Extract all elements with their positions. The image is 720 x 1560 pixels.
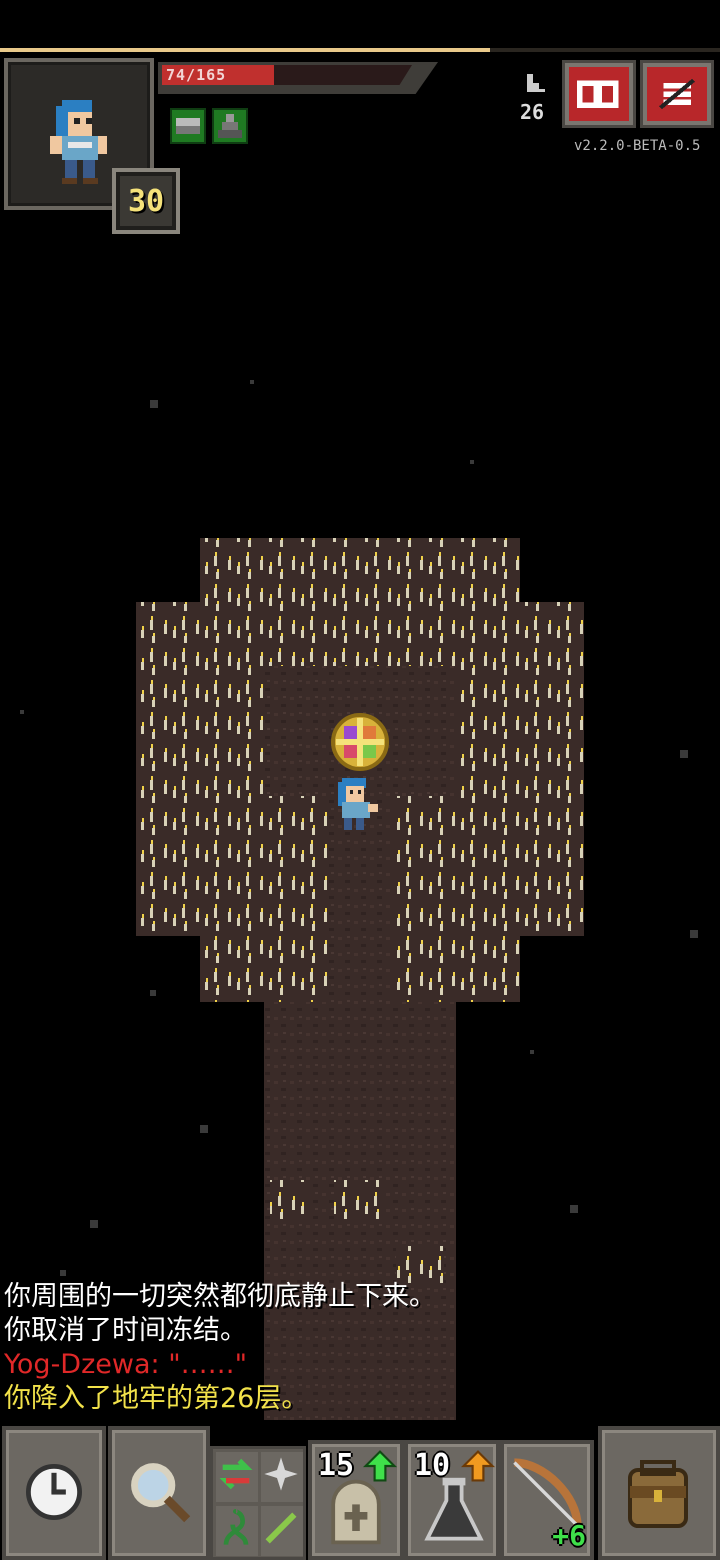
wand-icon[interactable] — [261, 1506, 303, 1556]
magnifier-icon — [131, 1463, 191, 1523]
log-line: 你周围的一切突然都彻底静止下来。 — [4, 1281, 436, 1312]
buff-icon[interactable] — [170, 108, 206, 144]
hp-text: 74/165 — [166, 66, 227, 84]
vine-icon[interactable] — [216, 1506, 258, 1556]
up-arrow-icon — [460, 1450, 496, 1482]
menu-icon — [659, 78, 695, 110]
quickslot-bow[interactable]: +6 — [500, 1440, 594, 1560]
up-arrow-icon — [362, 1450, 398, 1482]
backpack-button[interactable] — [598, 1426, 720, 1560]
message-log: 你周围的一切突然都彻底静止下来。 你取消了时间冻结。 Yog-Dzewa: "…… — [4, 1280, 720, 1416]
swap-icon[interactable] — [216, 1452, 258, 1502]
log-line: 你取消了时间冻结。 — [4, 1315, 247, 1346]
log-line: 你降入了地牢的第26层。 — [4, 1383, 309, 1414]
stairs-depth-icon — [527, 74, 545, 92]
clock-icon — [26, 1464, 82, 1520]
candle-floor — [270, 1180, 310, 1220]
enchant-level: +6 — [552, 1519, 586, 1552]
level-badge: 30 — [112, 168, 180, 234]
quick-action-grid — [210, 1446, 306, 1560]
dungeon-map[interactable] — [0, 230, 720, 1420]
hero-portrait-icon — [50, 100, 107, 184]
candle-floor — [334, 1180, 382, 1220]
flask-icon — [424, 1477, 484, 1541]
version-label: v2.2.0-BETA-0.5 — [574, 138, 701, 154]
log-line: Yog-Dzewa: "……" — [4, 1349, 248, 1380]
item-quantity: 15 — [318, 1448, 355, 1483]
shuriken-icon[interactable] — [261, 1452, 303, 1502]
level-text: 30 — [127, 183, 165, 219]
search-button[interactable] — [108, 1426, 210, 1560]
quickslot-tombstone[interactable]: 15 — [308, 1440, 404, 1560]
xp-bar-fill — [0, 48, 490, 52]
backpack-icon — [628, 1460, 688, 1528]
depth-counter: 26 — [520, 100, 545, 124]
item-quantity: 10 — [414, 1448, 451, 1483]
xp-bar — [0, 48, 720, 52]
candle-floor — [200, 538, 520, 602]
wait-button[interactable] — [2, 1426, 106, 1560]
buff-icon[interactable] — [212, 108, 248, 144]
menu-button[interactable] — [640, 60, 714, 128]
tombstone-icon — [331, 1479, 381, 1545]
amulet-of-yendor-icon[interactable] — [331, 713, 389, 771]
quickslot-potion[interactable]: 10 — [404, 1440, 500, 1560]
journal-icon — [577, 80, 619, 108]
journal-button[interactable] — [562, 60, 636, 128]
